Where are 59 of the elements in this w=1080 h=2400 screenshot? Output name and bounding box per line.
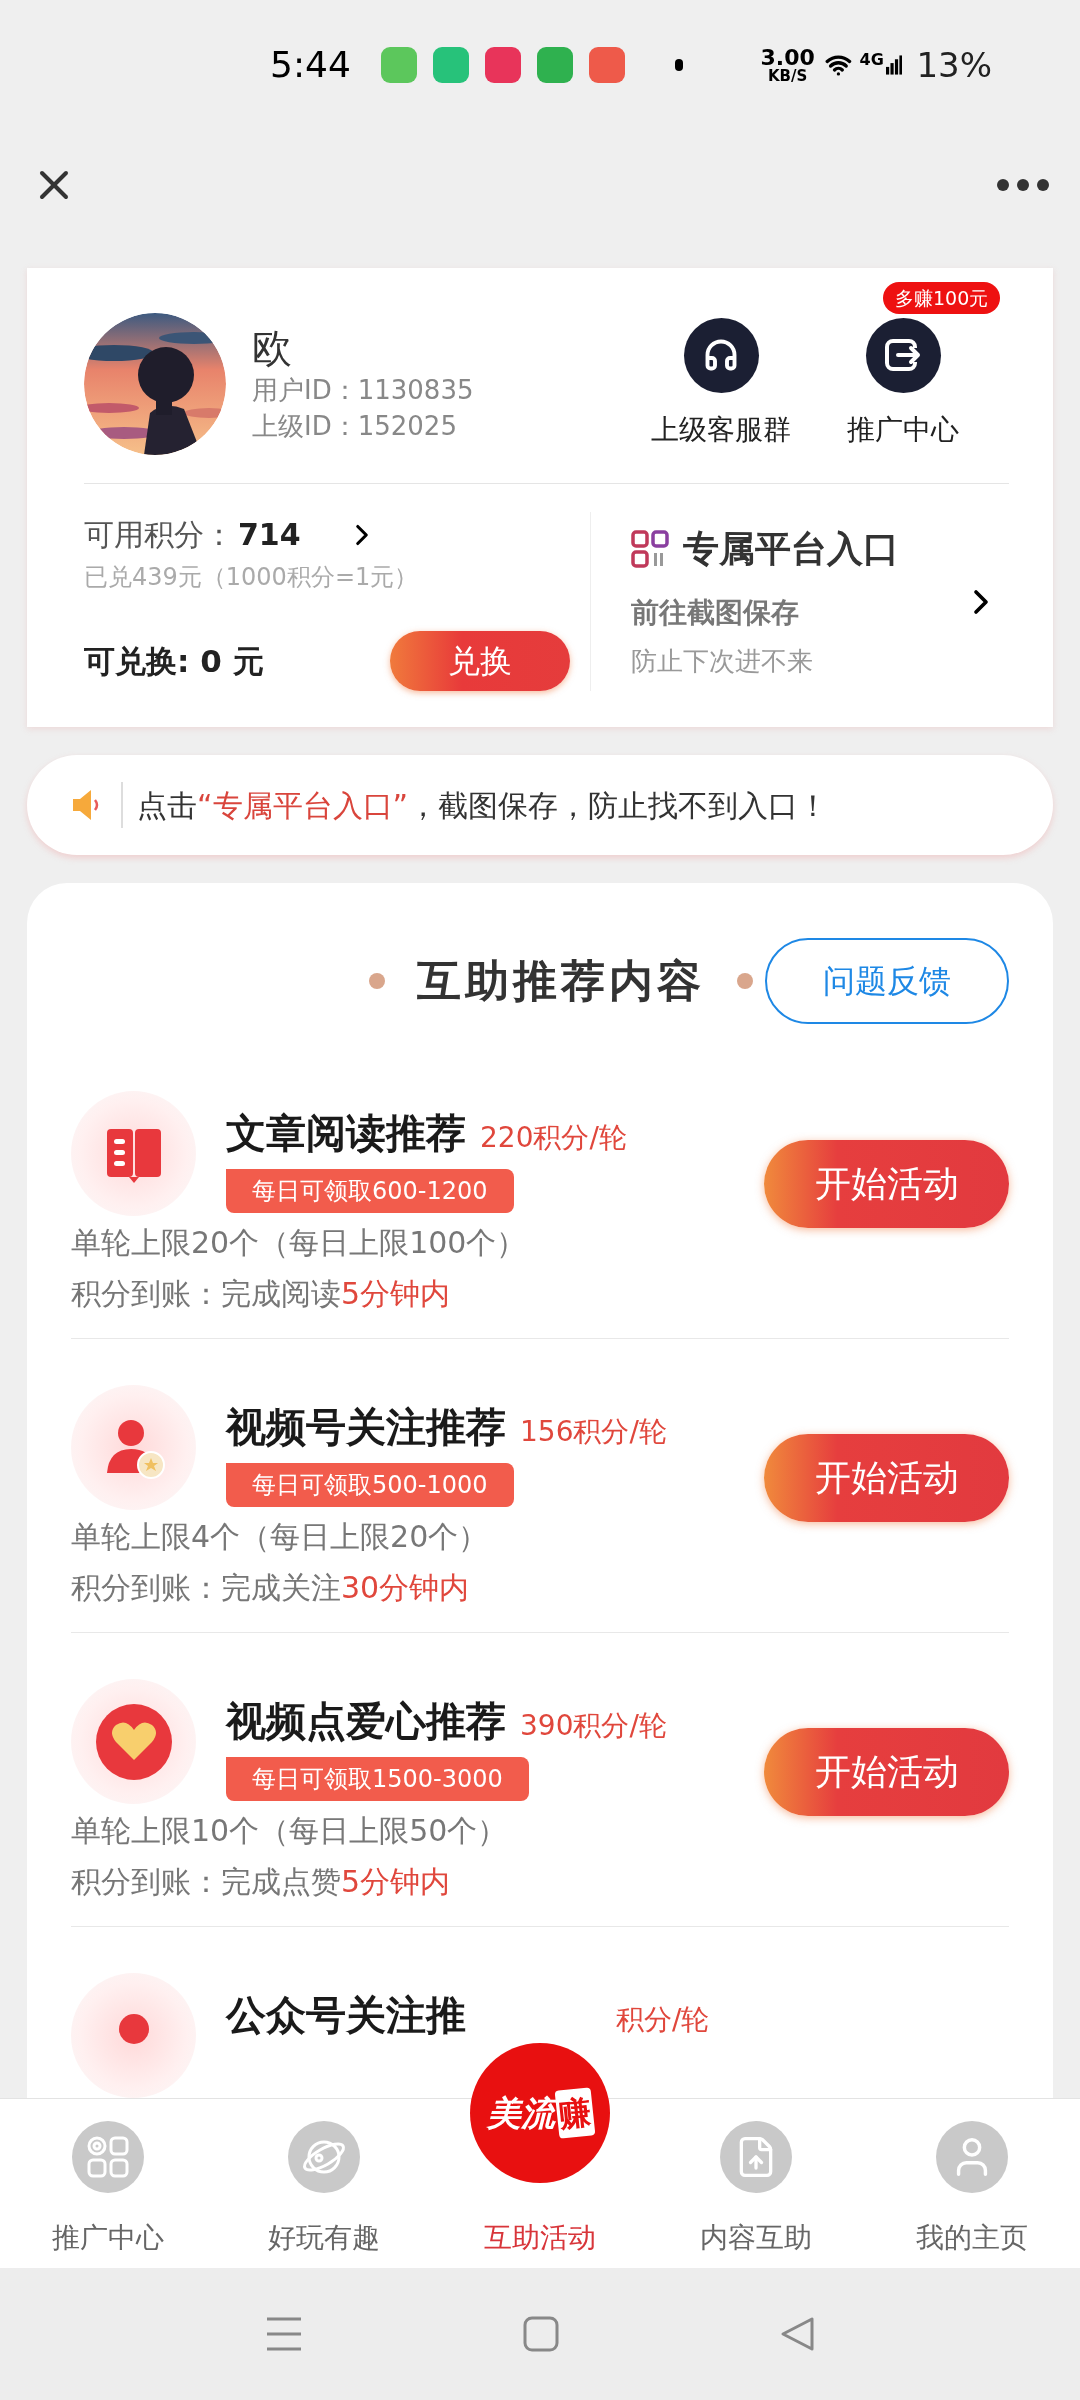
status-time: 5:44 xyxy=(270,43,351,87)
promo-badge: 多赚100元 xyxy=(883,281,1001,314)
app-notification-icon xyxy=(380,47,417,83)
network-type: 4G xyxy=(859,49,884,71)
platform-hint: 前往截图保存 xyxy=(631,595,800,631)
app-notification-icon xyxy=(484,47,521,83)
qr-code-icon xyxy=(631,530,669,568)
network-speed: 3.00 xyxy=(760,46,815,69)
task-points: 220积分/轮 xyxy=(480,1120,627,1156)
redeemed-info: 已兑439元（1000积分=1元） xyxy=(84,562,420,593)
home-square-icon[interactable] xyxy=(523,2316,559,2352)
platform-subhint: 防止下次进不来 xyxy=(631,645,814,678)
parent-id: 上级ID：152025 xyxy=(252,410,458,443)
shortcut-label[interactable]: 推广中心 xyxy=(847,408,959,451)
start-activity-button[interactable]: 开始活动 xyxy=(764,1139,1009,1228)
task-limit: 单轮上限10个（每日上限50个） xyxy=(71,1812,509,1850)
daily-range-tag: 每日可领取600-1200 xyxy=(226,1169,514,1213)
task-title: 视频点爱心推荐 xyxy=(226,1697,506,1746)
user-id: 用户ID：1130835 xyxy=(252,374,475,408)
battery-level: 13% xyxy=(916,43,992,87)
shortcut-label[interactable]: 上级客服群 xyxy=(651,408,791,451)
platform-entry-title[interactable]: 专属平台入口 xyxy=(683,522,899,576)
daily-range-tag: 每日可领取1500-3000 xyxy=(226,1757,529,1801)
nav-tab[interactable]: 内容互助 xyxy=(700,2217,812,2259)
speaker-icon xyxy=(71,788,101,822)
start-activity-button[interactable]: 开始活动 xyxy=(764,1433,1009,1522)
task-title: 公众号关注推 xyxy=(226,1991,466,2040)
start-activity-button[interactable]: 开始活动 xyxy=(764,1727,1009,1816)
points-value: 714 xyxy=(238,516,301,554)
feedback-button[interactable]: 问题反馈 xyxy=(765,938,1009,1024)
task-points: 156积分/轮 xyxy=(520,1414,667,1450)
points-arrival-info: 积分到账：完成点赞5分钟内 xyxy=(71,1863,452,1901)
network-speed-unit: KB/S xyxy=(767,68,808,84)
points-label: 可用积分： xyxy=(84,516,234,554)
nav-tab[interactable]: 我的主页 xyxy=(916,2217,1028,2259)
task-title: 文章阅读推荐 xyxy=(226,1109,466,1158)
app-notification-icon xyxy=(588,47,625,83)
app-notification-icon xyxy=(536,47,573,83)
app-notification-icon xyxy=(432,47,469,83)
nav-tab[interactable]: 推广中心 xyxy=(52,2217,164,2259)
exchange-button[interactable]: 兑换 xyxy=(390,631,570,691)
section-title: 互助推荐内容 xyxy=(417,954,705,1008)
notice-text: 点击“专属平台入口”，截图保存，防止找不到入口！ xyxy=(137,786,829,825)
exchangeable-amount: 可兑换: 0 元 xyxy=(84,641,264,681)
more-icon[interactable] xyxy=(996,178,1050,192)
back-icon[interactable] xyxy=(779,2316,815,2352)
points-arrival-info: 积分到账：完成阅读5分钟内 xyxy=(71,1275,452,1313)
points-arrival-info: 积分到账：完成关注30分钟内 xyxy=(71,1569,471,1607)
task-title: 视频号关注推荐 xyxy=(226,1403,506,1452)
menu-icon[interactable] xyxy=(265,2316,303,2352)
task-points: 390积分/轮 xyxy=(520,1708,667,1744)
nav-tab[interactable]: 互助活动 xyxy=(484,2217,596,2259)
task-points: 积分/轮 xyxy=(616,2002,710,2038)
user-name: 欧 xyxy=(252,324,293,374)
daily-range-tag: 每日可领取500-1000 xyxy=(226,1463,514,1507)
task-limit: 单轮上限20个（每日上限100个） xyxy=(71,1224,528,1262)
task-limit: 单轮上限4个（每日上限20个） xyxy=(71,1518,490,1556)
app-logo[interactable]: 美流 赚 xyxy=(470,2043,610,2183)
nav-tab[interactable]: 好玩有趣 xyxy=(268,2217,380,2259)
